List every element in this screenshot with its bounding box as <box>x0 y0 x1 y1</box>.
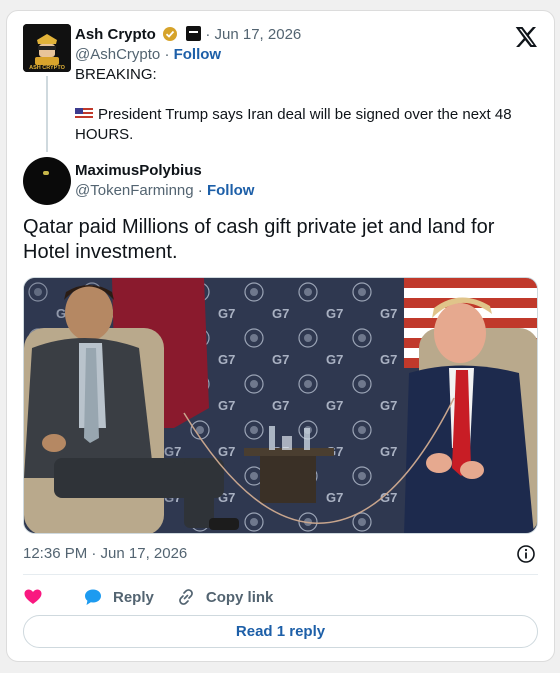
quoted-handle[interactable]: @AshCrypto <box>75 46 160 63</box>
heart-icon <box>24 589 42 604</box>
affiliate-badge-icon <box>186 26 202 41</box>
author-handle[interactable]: @TokenFarminng <box>75 182 194 199</box>
author-handle-line: @TokenFarminng · Follow <box>75 181 254 201</box>
author-avatar[interactable] <box>23 157 71 205</box>
info-icon[interactable] <box>516 544 536 564</box>
avatar-text: ASH CRYPTO <box>29 65 65 71</box>
separator-dot: · <box>197 182 203 199</box>
follow-button[interactable]: Follow <box>207 182 255 199</box>
action-bar: Reply Copy link <box>23 583 295 611</box>
quoted-author-name[interactable]: Ash Crypto <box>75 26 156 43</box>
quoted-text-line1: BREAKING: <box>75 66 157 83</box>
gold-verified-badge-icon <box>163 27 178 41</box>
divider <box>23 574 538 575</box>
quoted-author-line: Ash Crypto · Jun 17, 2026 <box>75 25 301 45</box>
copy-link-label: Copy link <box>205 588 274 606</box>
tweet-embed-card: ASH CRYPTO Ash Crypto · Jun 17, 2026 @As… <box>6 10 555 662</box>
tweet-timestamp[interactable]: 12:36 PM · Jun 17, 2026 <box>23 544 187 564</box>
speech-bubble-icon <box>85 589 101 605</box>
reply-button[interactable]: Reply <box>83 587 154 607</box>
ash-crypto-avatar-image: ASH CRYPTO <box>23 24 71 72</box>
photo-illustration: G7 <box>24 278 537 533</box>
quoted-follow-button[interactable]: Follow <box>174 46 222 63</box>
x-logo-icon[interactable] <box>514 25 538 49</box>
reply-label: Reply <box>113 588 154 606</box>
quoted-date[interactable]: · Jun 17, 2026 <box>205 26 301 43</box>
us-flag-icon <box>75 108 93 120</box>
link-icon <box>178 589 193 605</box>
like-button[interactable] <box>23 587 53 607</box>
tweet-text: Qatar paid Millions of cash gift private… <box>23 216 495 263</box>
quoted-text-line2-wrap: President Trump says Iran deal will be s… <box>75 105 535 145</box>
separator-dot: · <box>164 46 170 63</box>
quoted-tweet-text: BREAKING: President Trump says Iran deal… <box>75 65 535 145</box>
quoted-author-avatar[interactable]: ASH CRYPTO <box>23 24 71 72</box>
author-name-line: MaximusPolybius <box>75 161 202 181</box>
copy-link-button[interactable]: Copy link <box>176 587 274 607</box>
quoted-handle-line: @AshCrypto · Follow <box>75 45 221 65</box>
quoted-text-line2: President Trump says Iran deal will be s… <box>75 106 512 143</box>
thread-connector-line <box>46 76 48 152</box>
read-replies-button[interactable]: Read 1 reply <box>23 615 538 648</box>
author-name[interactable]: MaximusPolybius <box>75 162 202 179</box>
tweet-photo[interactable]: G7 <box>23 277 538 534</box>
